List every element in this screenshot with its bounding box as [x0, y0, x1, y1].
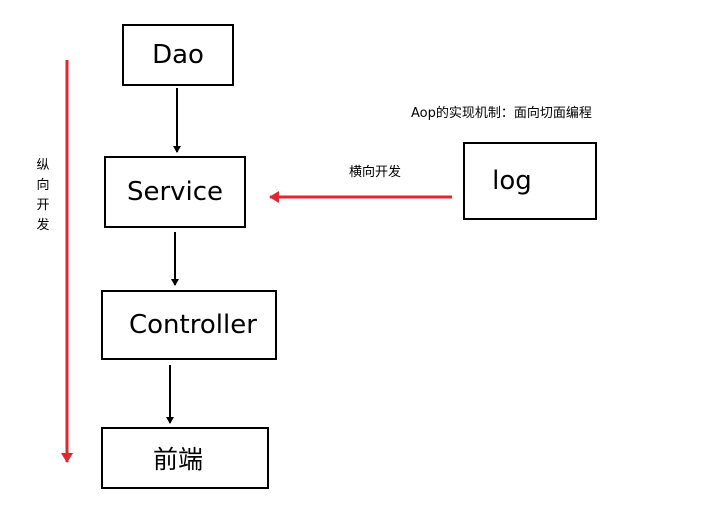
service-box-label: Service	[126, 177, 224, 207]
horizontal-development-label: 横向开发	[349, 165, 402, 180]
vertical-development-label: 纵向开发	[36, 158, 50, 233]
log-box-label: log	[492, 166, 532, 196]
service-box: Service	[104, 156, 246, 228]
frontend-box: 前端	[101, 427, 269, 489]
controller-box: Controller	[101, 290, 277, 360]
frontend-box-label: 前端	[152, 445, 203, 474]
log-box: log	[463, 142, 597, 220]
dao-box-label: Dao	[152, 40, 204, 70]
dao-box: Dao	[122, 24, 234, 86]
controller-box-label: Controller	[129, 310, 257, 340]
aop-caption: Aop的实现机制：面向切面编程	[411, 106, 592, 121]
